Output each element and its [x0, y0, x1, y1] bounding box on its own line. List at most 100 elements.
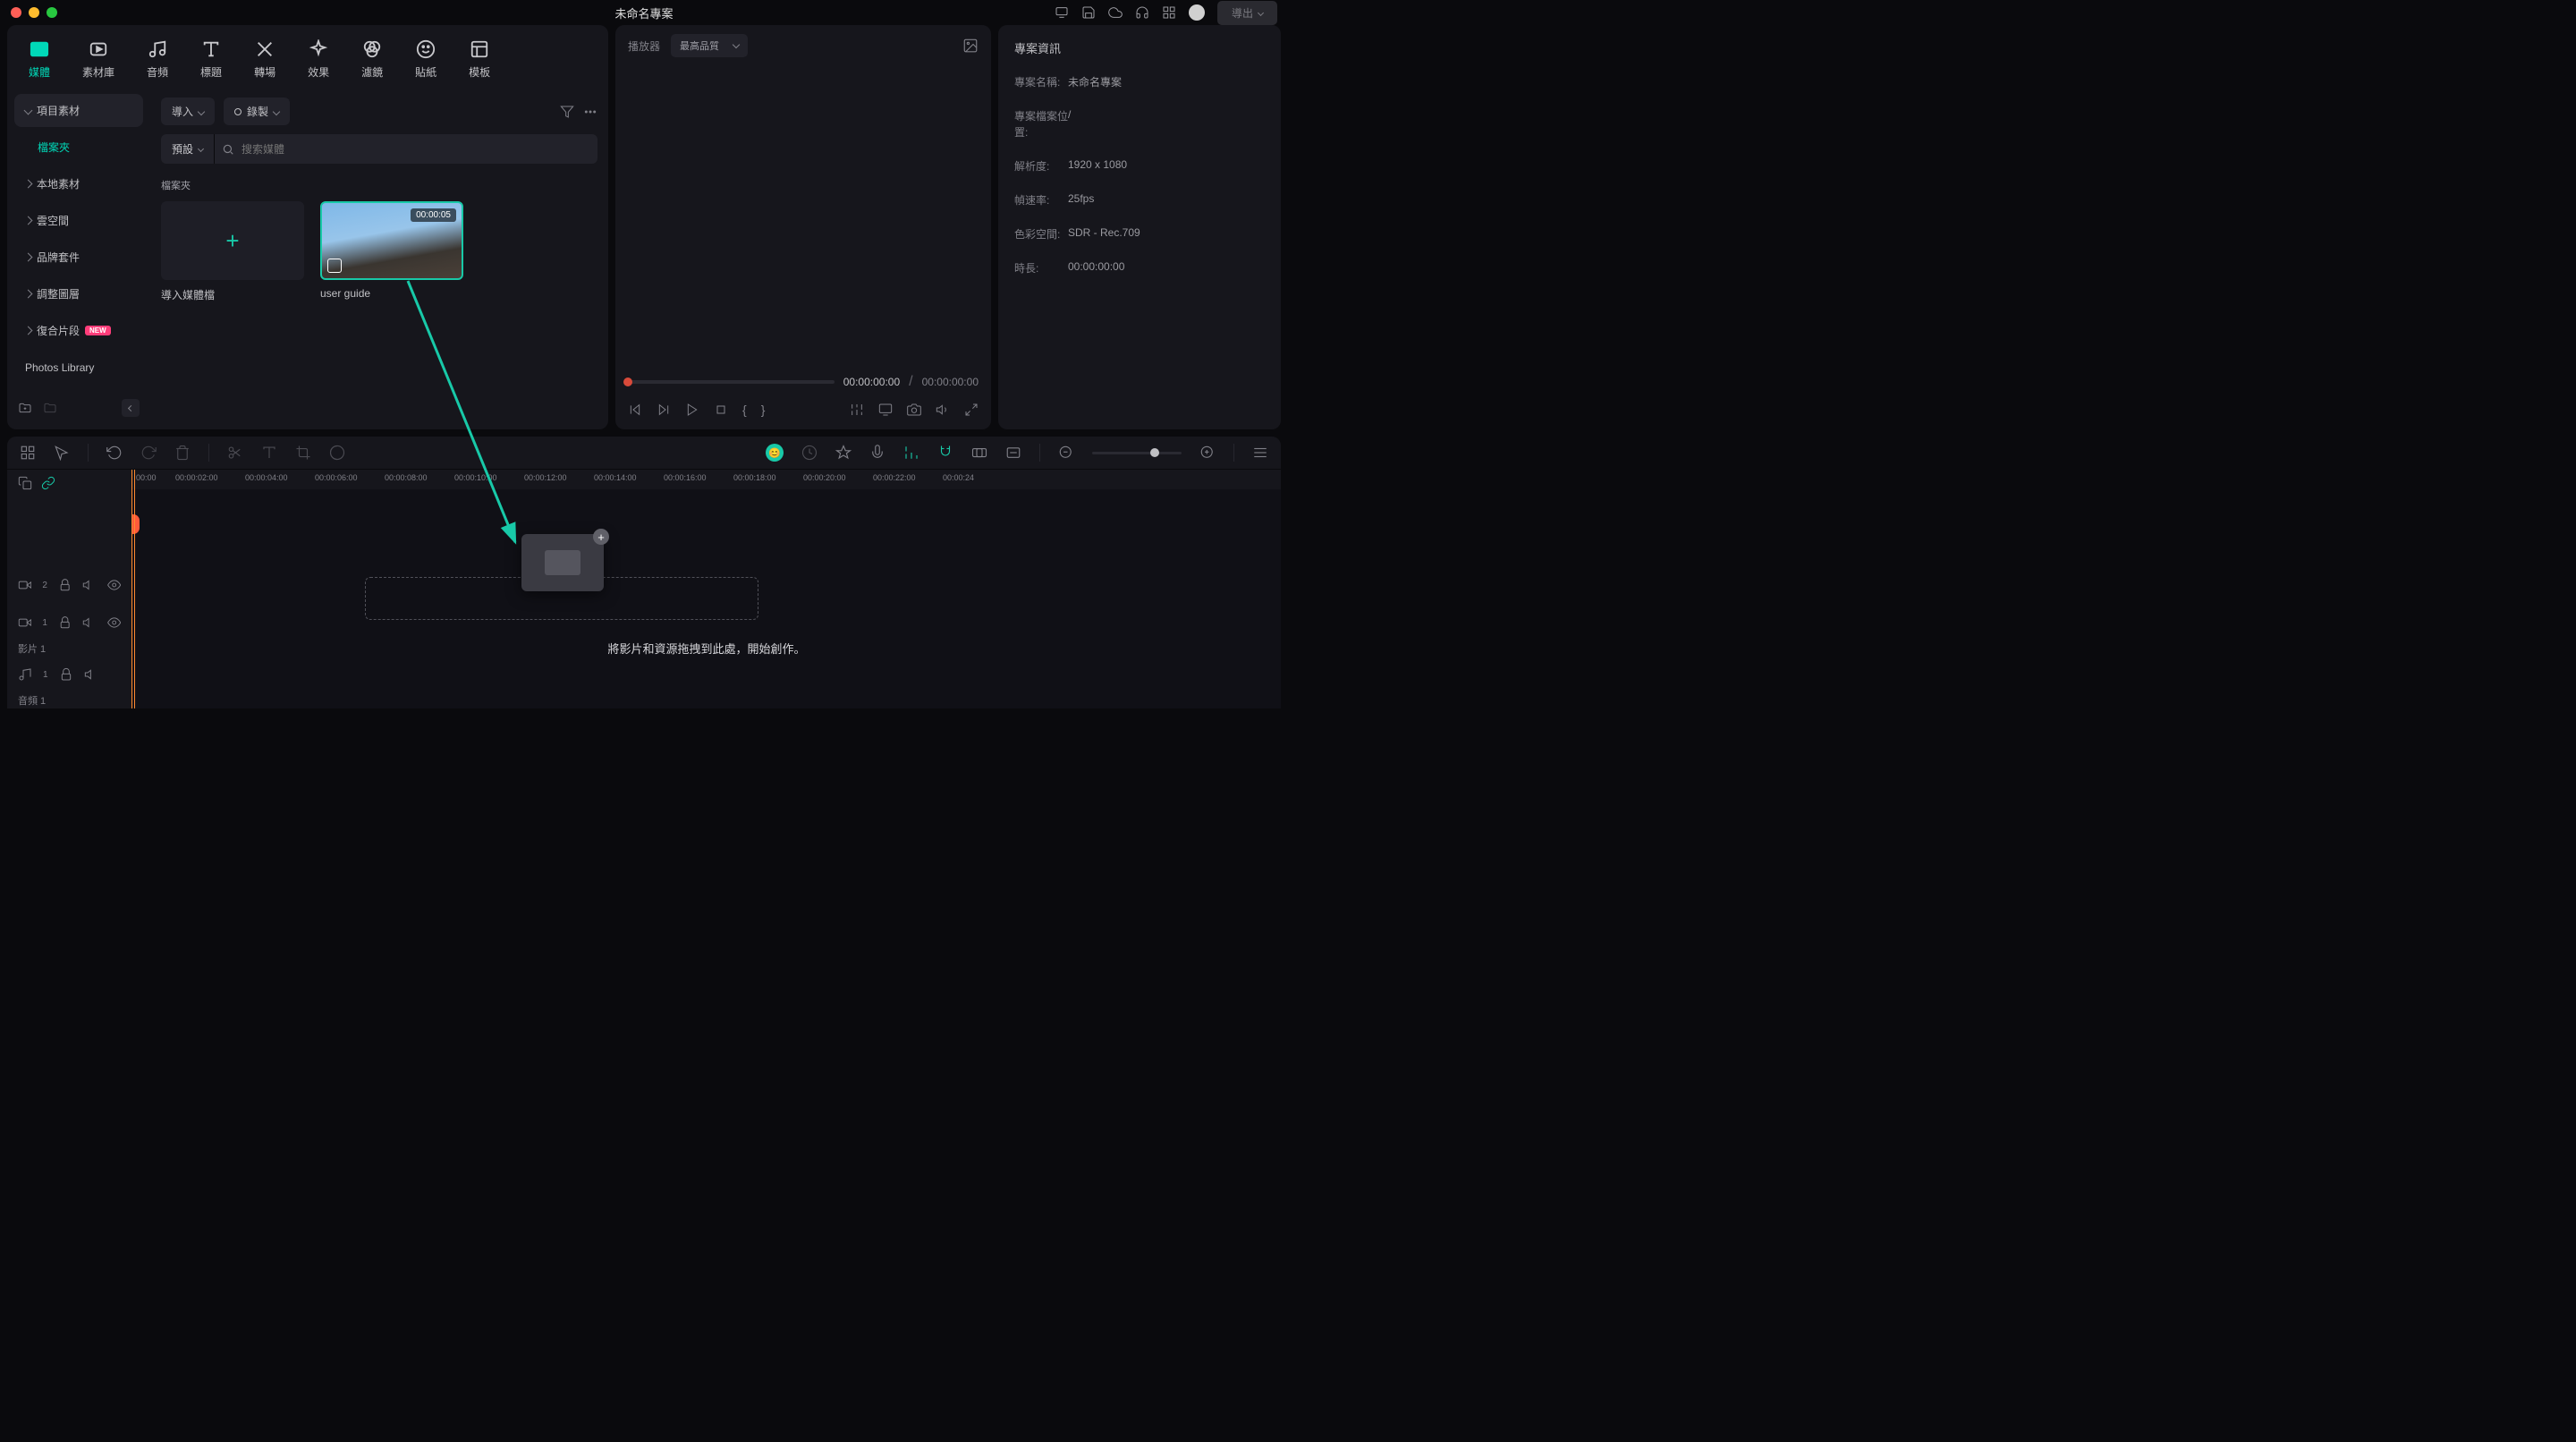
apps-icon[interactable]	[1162, 5, 1176, 20]
cursor-icon[interactable]	[54, 445, 70, 461]
audio-icon	[148, 39, 167, 59]
ai-face-icon[interactable]: 😊	[766, 444, 784, 462]
stop-icon[interactable]	[714, 403, 728, 417]
mic-icon[interactable]	[869, 445, 886, 461]
link-icon[interactable]	[971, 445, 987, 461]
preview-viewport[interactable]	[615, 66, 991, 374]
cloud-icon[interactable]	[1108, 5, 1123, 20]
maximize-window[interactable]	[47, 7, 57, 18]
mute-icon[interactable]	[82, 615, 96, 630]
lock-icon[interactable]	[58, 615, 72, 630]
ruler-tick: 00:00:24	[943, 473, 974, 482]
media-panel: 媒體 素材庫 音頻 標題 轉場 效果	[7, 25, 608, 429]
mute-icon[interactable]	[84, 667, 98, 682]
import-media-item[interactable]: + 導入媒體檔	[161, 201, 304, 302]
record-button[interactable]: 錄製	[224, 98, 290, 125]
next-frame-icon[interactable]	[657, 403, 671, 417]
search-sort-select[interactable]: 預設	[161, 134, 215, 164]
sidebar-item-folder[interactable]: 檔案夾	[14, 131, 143, 164]
quality-select[interactable]: 最高品質	[671, 34, 748, 57]
duplicate-icon[interactable]	[18, 476, 32, 490]
seek-slider[interactable]	[628, 380, 835, 384]
play-icon[interactable]	[685, 403, 699, 417]
lock-icon[interactable]	[58, 578, 72, 592]
chevron-down-icon	[1258, 9, 1264, 15]
save-icon[interactable]	[1081, 5, 1096, 20]
delete-icon[interactable]	[174, 445, 191, 461]
brace-close-icon[interactable]: }	[761, 403, 766, 417]
tab-stock[interactable]: 素材庫	[66, 32, 131, 89]
sidebar-item-photos[interactable]: Photos Library	[14, 351, 143, 385]
undo-icon[interactable]	[106, 445, 123, 461]
sidebar-item-label: 本地素材	[37, 176, 80, 191]
lock-icon[interactable]	[59, 667, 73, 682]
track-header-video-2[interactable]: 2	[7, 566, 131, 604]
redo-icon[interactable]	[140, 445, 157, 461]
headphones-icon[interactable]	[1135, 5, 1149, 20]
tab-title[interactable]: 標題	[184, 32, 238, 89]
magnet-icon[interactable]	[937, 445, 953, 461]
fullscreen-icon[interactable]	[964, 403, 979, 417]
marker-add-icon[interactable]	[835, 445, 852, 461]
info-value: /	[1068, 108, 1071, 140]
playhead[interactable]	[134, 470, 135, 708]
tab-media[interactable]: 媒體	[13, 32, 66, 89]
crop-icon[interactable]	[295, 445, 311, 461]
mixer-icon[interactable]	[903, 445, 919, 461]
color-icon[interactable]	[329, 445, 345, 461]
media-clip-item[interactable]: 00:00:05 user guide	[320, 201, 463, 302]
zoom-handle[interactable]	[1150, 448, 1159, 457]
minimize-window[interactable]	[29, 7, 39, 18]
sidebar-item-local[interactable]: 本地素材	[14, 167, 143, 200]
picture-icon[interactable]	[962, 38, 979, 54]
sidebar-item-brand[interactable]: 品牌套件	[14, 241, 143, 274]
monitor-icon[interactable]	[1055, 5, 1069, 20]
tab-transition[interactable]: 轉場	[238, 32, 292, 89]
snapshot-icon[interactable]	[907, 403, 921, 417]
volume-icon[interactable]	[936, 403, 950, 417]
tab-sticker[interactable]: 貼紙	[399, 32, 453, 89]
display-icon[interactable]	[878, 403, 893, 417]
mute-icon[interactable]	[82, 578, 96, 592]
close-window[interactable]	[11, 7, 21, 18]
more-icon[interactable]	[583, 105, 597, 119]
tab-template[interactable]: 模板	[453, 32, 506, 89]
new-folder-icon[interactable]	[18, 401, 32, 415]
user-avatar[interactable]	[1189, 4, 1205, 21]
sidebar-item-project-media[interactable]: 項目素材	[14, 94, 143, 127]
auto-link-icon[interactable]	[41, 476, 55, 490]
marker-icon[interactable]	[850, 403, 864, 417]
eye-icon[interactable]	[107, 615, 121, 630]
filter-icon[interactable]	[560, 105, 574, 119]
eye-icon[interactable]	[107, 578, 121, 592]
view-options-icon[interactable]	[1252, 445, 1268, 461]
zoom-out-icon[interactable]	[1058, 445, 1074, 461]
prev-frame-icon[interactable]	[628, 403, 642, 417]
track-area[interactable]: 00:00 00:00:02:00 00:00:04:00 00:00:06:0…	[132, 470, 1281, 708]
import-thumb: +	[161, 201, 304, 280]
seek-handle[interactable]	[623, 377, 632, 386]
fit-icon[interactable]	[1005, 445, 1021, 461]
track-header-video-1[interactable]: 1	[7, 604, 131, 641]
export-button[interactable]: 導出	[1217, 1, 1277, 25]
grid-icon[interactable]	[20, 445, 36, 461]
info-row: 專案檔案位置:/	[1014, 108, 1265, 140]
text-icon[interactable]	[261, 445, 277, 461]
tab-filter[interactable]: 濾鏡	[345, 32, 399, 89]
search-input[interactable]	[215, 136, 597, 163]
tab-effects[interactable]: 效果	[292, 32, 345, 89]
speed-icon[interactable]	[801, 445, 818, 461]
sidebar-item-cloud[interactable]: 雲空間	[14, 204, 143, 237]
import-button[interactable]: 導入	[161, 98, 215, 125]
track-header-audio-1[interactable]: 1	[7, 656, 131, 693]
sidebar-item-compound[interactable]: 復合片段NEW	[14, 314, 143, 347]
brace-open-icon[interactable]: {	[742, 403, 747, 417]
folder-icon[interactable]	[43, 401, 57, 415]
tab-audio[interactable]: 音頻	[131, 32, 184, 89]
time-ruler[interactable]: 00:00 00:00:02:00 00:00:04:00 00:00:06:0…	[132, 470, 1281, 489]
collapse-sidebar-button[interactable]	[122, 399, 140, 417]
zoom-slider[interactable]	[1092, 452, 1182, 454]
zoom-in-icon[interactable]	[1199, 445, 1216, 461]
sidebar-item-adjust[interactable]: 調整圖層	[14, 277, 143, 310]
split-icon[interactable]	[227, 445, 243, 461]
